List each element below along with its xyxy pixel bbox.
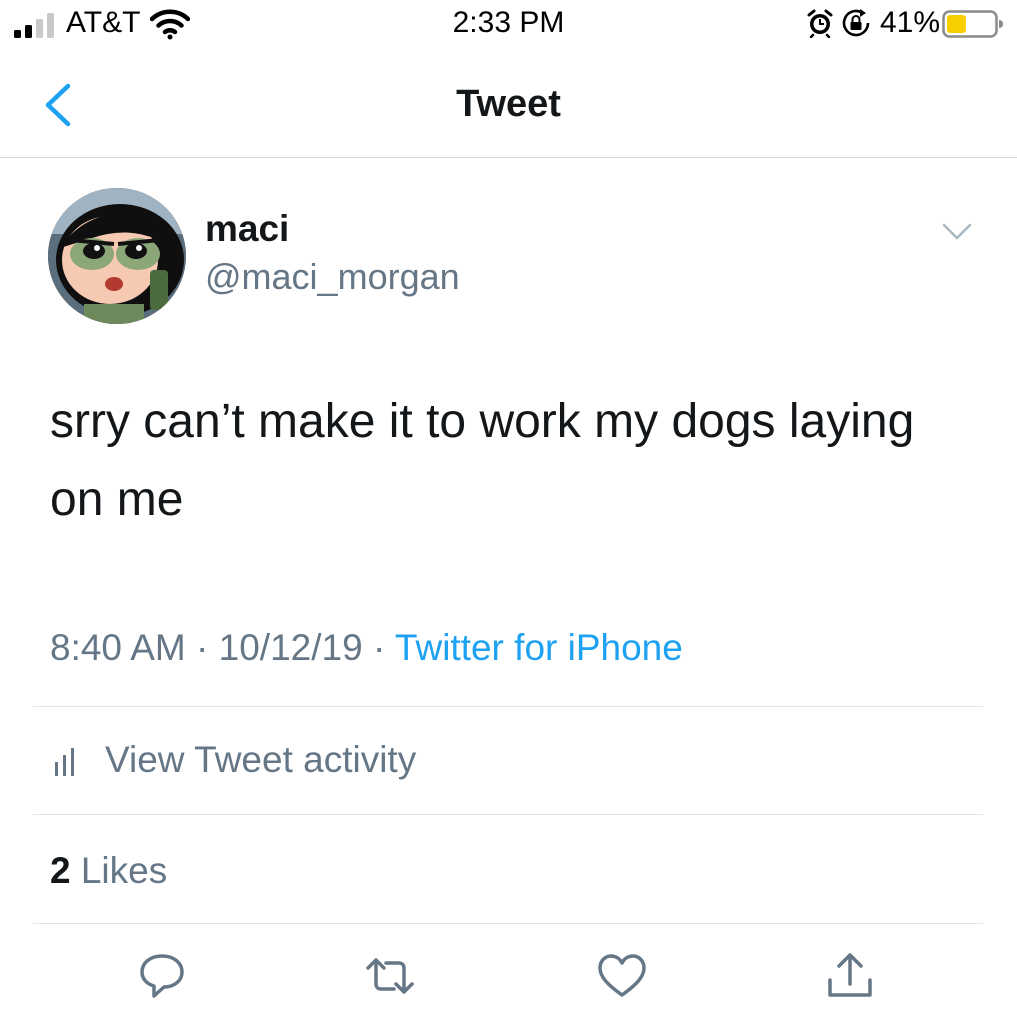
view-tweet-activity-label: View Tweet activity [105, 739, 417, 780]
likes-count-link[interactable]: 2 Likes [50, 849, 167, 893]
tweet-metadata: 8:40 AM · 10/12/19 · Twitter for iPhone [50, 626, 683, 670]
avatar-image [48, 188, 186, 324]
alarm-icon [807, 9, 833, 38]
chevron-down-icon[interactable] [940, 220, 974, 244]
likes-label: Likes [80, 850, 168, 891]
status-bar: AT&T 2:33 PM 41% [0, 0, 1017, 50]
likes-count: 2 [50, 850, 71, 891]
page-title: Tweet [456, 83, 561, 125]
battery-percent: 41% [880, 6, 941, 39]
separator: · [372, 627, 386, 668]
divider [33, 814, 983, 815]
bar-chart-icon [55, 748, 74, 776]
retweet-icon[interactable] [364, 950, 416, 1002]
reply-icon[interactable] [136, 950, 188, 1002]
like-icon[interactable] [596, 950, 648, 1002]
separator: · [196, 627, 209, 668]
battery-icon [942, 10, 1003, 38]
divider [33, 706, 983, 707]
author-display-name[interactable]: maci [205, 208, 289, 250]
tweet-text: srry can’t make it to work my dogs layin… [50, 395, 915, 526]
divider [33, 923, 983, 924]
avatar[interactable] [48, 188, 186, 324]
share-icon[interactable] [824, 950, 876, 1002]
rotation-lock-icon [842, 9, 870, 37]
tweet-date: 10/12/19 [218, 627, 363, 668]
tweet-source-link[interactable]: Twitter for iPhone [395, 627, 683, 668]
author-handle[interactable]: @maci_morgan [205, 256, 460, 298]
navigation-bar: Tweet [0, 60, 1017, 158]
tweet-time: 8:40 AM [50, 627, 186, 668]
